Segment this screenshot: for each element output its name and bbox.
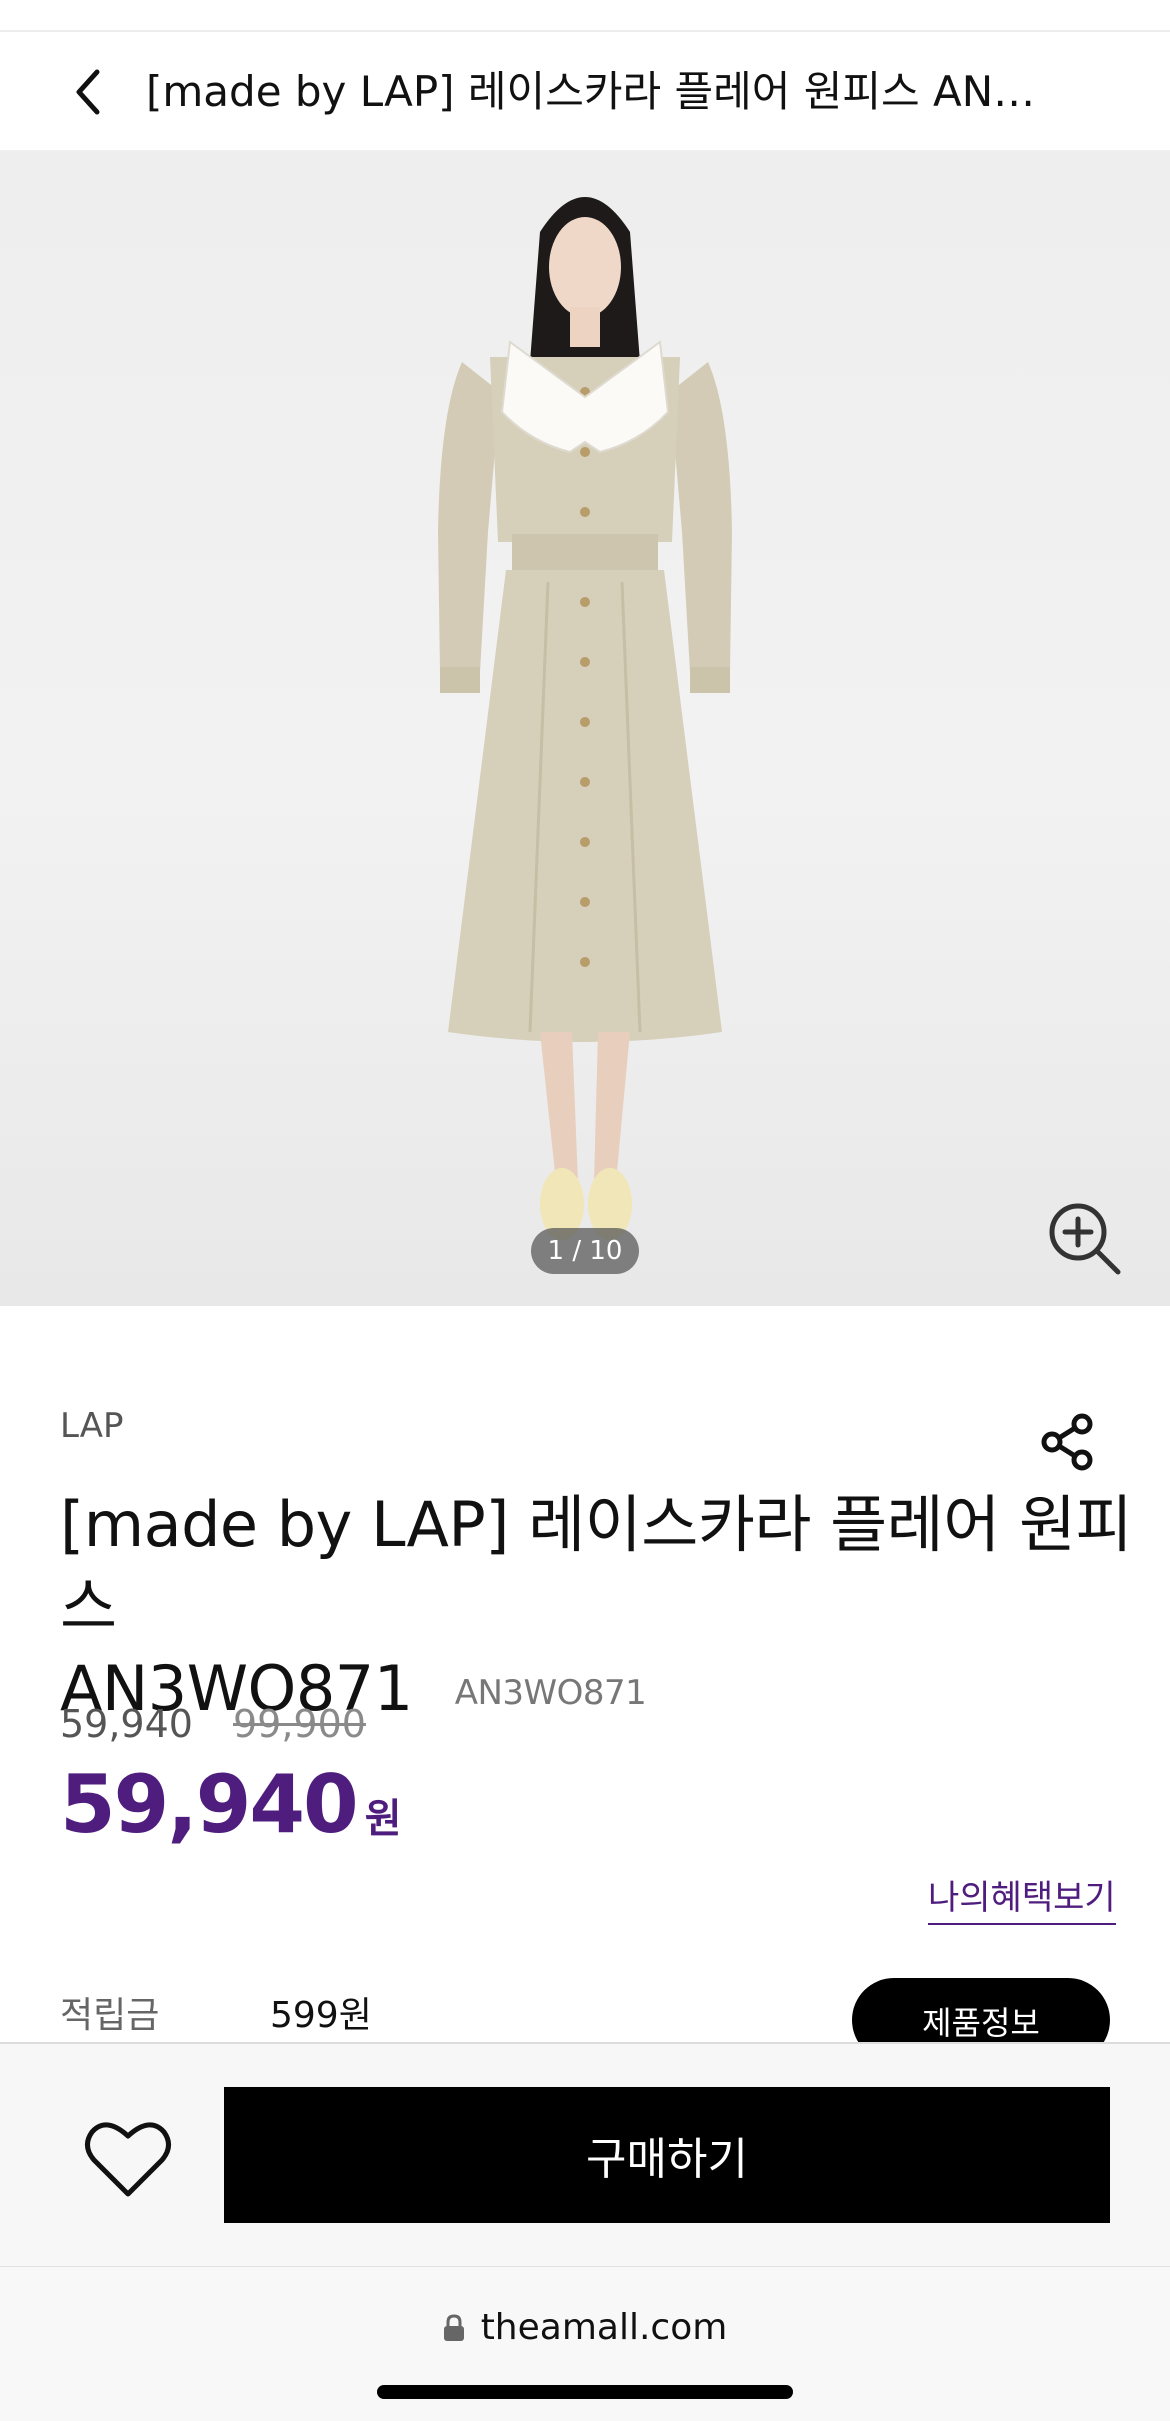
- share-button[interactable]: [1036, 1410, 1100, 1474]
- price-current: 59,940: [60, 1702, 193, 1746]
- browser-address-bar: theamall.com: [0, 2266, 1170, 2421]
- lock-icon: [443, 2313, 464, 2341]
- purchase-bar: 구매하기: [0, 2042, 1170, 2266]
- zoom-button[interactable]: [1046, 1200, 1124, 1278]
- chevron-left-icon: [76, 69, 100, 115]
- product-photo: [438, 197, 732, 1240]
- app-header: [made by LAP] 레이스카라 플레어 원피스 AN3WO871: [0, 32, 1170, 152]
- zoom-in-icon: [1049, 1203, 1121, 1275]
- product-name-line1: [made by LAP] 레이스카라 플레어 원피스: [60, 1488, 1133, 1643]
- image-counter: 1 / 10: [531, 1228, 639, 1274]
- home-indicator: [377, 2385, 793, 2399]
- sale-price-value: 59,940: [60, 1758, 359, 1851]
- buy-button[interactable]: 구매하기: [224, 2087, 1110, 2223]
- page-title: [made by LAP] 레이스카라 플레어 원피스 AN3WO871: [146, 67, 1046, 116]
- product-name: [made by LAP] 레이스카라 플레어 원피스 AN3WO871 AN3W…: [60, 1484, 1140, 1734]
- points-value: 599원: [270, 1995, 372, 2036]
- price-row: 59,940 99,900: [60, 1702, 366, 1746]
- back-button[interactable]: [64, 68, 112, 116]
- address-field[interactable]: theamall.com: [0, 2307, 1170, 2348]
- share-icon: [1041, 1413, 1093, 1471]
- url-text: theamall.com: [480, 2307, 728, 2348]
- wishlist-button[interactable]: [80, 2112, 176, 2208]
- product-info: LAP [made by LAP] 레이스카라 플레어 원피스 AN3WO871…: [0, 1306, 1170, 2062]
- points-label: 적립금: [60, 1995, 160, 2036]
- product-image-gallery[interactable]: 1 / 10: [0, 152, 1170, 1306]
- sale-price: 59,940 원: [60, 1758, 402, 1851]
- sale-price-unit: 원: [364, 1796, 402, 1842]
- status-bar: [0, 0, 1170, 32]
- product-sku: AN3WO871: [454, 1672, 647, 1713]
- price-original: 99,900: [232, 1702, 366, 1746]
- my-benefits-link[interactable]: 나의혜택보기: [928, 1870, 1116, 1925]
- brand-name[interactable]: LAP: [60, 1406, 123, 1446]
- heart-icon: [85, 2122, 171, 2197]
